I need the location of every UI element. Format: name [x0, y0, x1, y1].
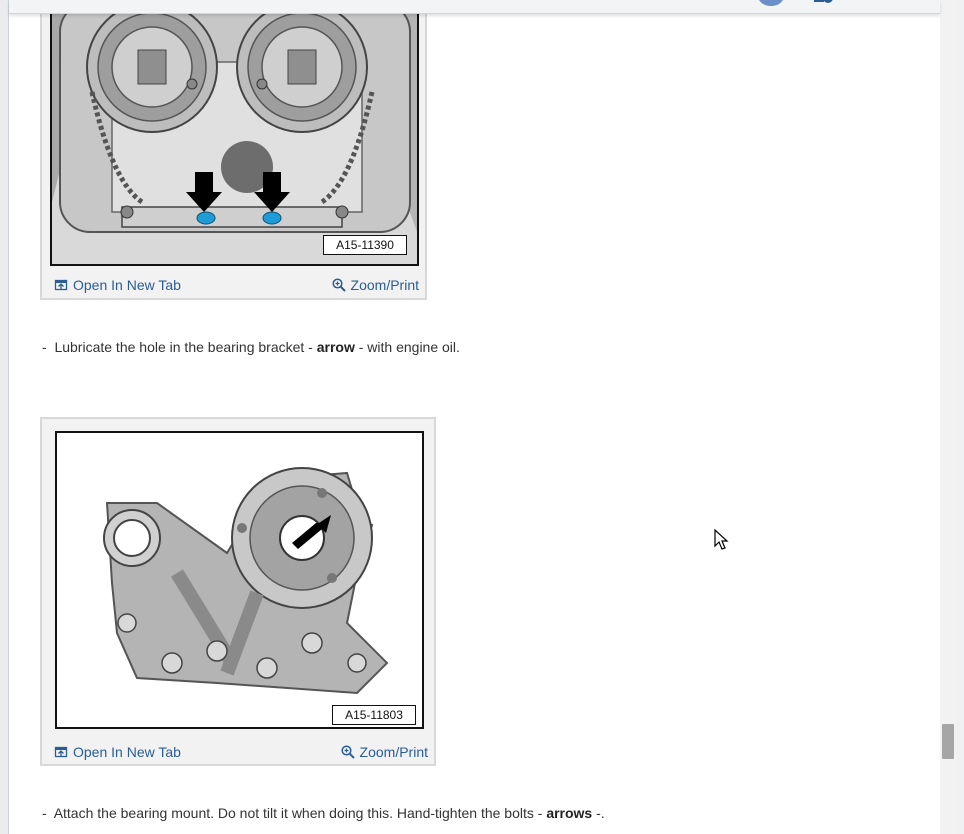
figure-card-1: A15-11390 Open In New Tab Zoom/Print: [40, 0, 427, 300]
vertical-scrollbar[interactable]: [940, 0, 957, 834]
left-window-edge: [0, 0, 9, 834]
step-bullet: -: [42, 805, 47, 821]
figure-id-label: A15-11390: [323, 235, 407, 255]
user-avatar[interactable]: [758, 0, 784, 6]
open-new-tab-icon: [54, 746, 68, 758]
bearing-bracket-diagram: A15-11803: [55, 431, 424, 729]
zoom-print-link[interactable]: Zoom/Print: [331, 277, 419, 293]
zoom-icon: [331, 278, 346, 292]
step-lubricate: - Lubricate the hole in the bearing brac…: [42, 339, 460, 355]
step-text-bold: arrows: [546, 805, 593, 821]
step-text-before: Lubricate the hole in the bearing bracke…: [54, 339, 317, 355]
zoom-icon: [340, 745, 355, 759]
zoom-print-label: Zoom/Print: [350, 277, 419, 293]
figure-actions: Open In New Tab Zoom/Print: [42, 739, 434, 767]
step-text-before: Attach the bearing mount. Do not tilt it…: [53, 805, 547, 821]
open-in-new-tab-label: Open In New Tab: [73, 277, 181, 293]
top-toolbar: [9, 0, 940, 14]
zoom-print-label: Zoom/Print: [359, 744, 428, 760]
notification-icon[interactable]: [814, 0, 834, 4]
open-in-new-tab-link[interactable]: Open In New Tab: [54, 744, 181, 760]
step-text-after: - with engine oil.: [354, 339, 460, 355]
step-attach-bearing: - Attach the bearing mount. Do not tilt …: [42, 805, 605, 821]
figure-card-2: A15-11803 Open In New Tab Zoom/Print: [40, 417, 436, 766]
open-in-new-tab-label: Open In New Tab: [73, 744, 181, 760]
zoom-print-link[interactable]: Zoom/Print: [340, 744, 428, 760]
open-new-tab-icon: [54, 279, 68, 291]
figure-actions: Open In New Tab Zoom/Print: [42, 272, 425, 300]
step-text-after: -.: [592, 805, 605, 821]
scrollbar-thumb[interactable]: [942, 724, 954, 759]
mouse-cursor-icon: [714, 529, 729, 550]
open-in-new-tab-link[interactable]: Open In New Tab: [54, 277, 181, 293]
step-text-bold: arrow: [316, 339, 355, 355]
step-bullet: -: [42, 339, 47, 355]
engine-timing-diagram: A15-11390: [50, 0, 419, 266]
figure-id-label: A15-11803: [332, 705, 416, 725]
